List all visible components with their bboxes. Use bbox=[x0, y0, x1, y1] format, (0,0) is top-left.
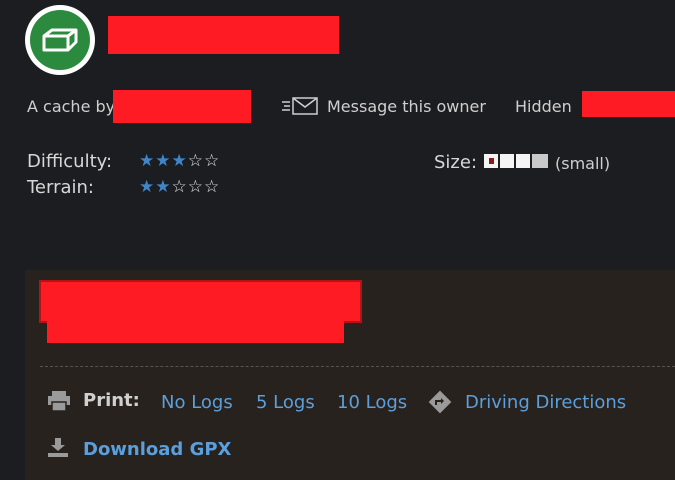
star-empty-icon: ☆ bbox=[204, 177, 220, 197]
star-full-icon: ★ bbox=[171, 151, 187, 171]
hidden-date-redaction bbox=[582, 91, 675, 117]
size-label: Size: bbox=[434, 152, 478, 173]
print-no-logs-link[interactable]: No Logs bbox=[161, 392, 233, 413]
hidden-prefix: Hidden bbox=[515, 97, 572, 116]
printer-icon bbox=[47, 390, 71, 412]
print-label: Print: bbox=[83, 390, 140, 411]
details-panel: Print: No Logs 5 Logs 10 Logs Driving Di… bbox=[25, 270, 675, 480]
terrain-label: Terrain: bbox=[27, 177, 94, 198]
star-full-icon: ★ bbox=[155, 151, 171, 171]
download-icon[interactable] bbox=[47, 436, 69, 458]
message-owner-link[interactable]: Message this owner bbox=[327, 97, 486, 116]
terrain-stars: ★ ★ ☆ ☆ ☆ bbox=[139, 178, 219, 196]
driving-directions-link[interactable]: Driving Directions bbox=[465, 392, 626, 413]
star-empty-icon: ☆ bbox=[187, 177, 203, 197]
star-full-icon: ★ bbox=[155, 177, 171, 197]
section-divider bbox=[40, 366, 675, 367]
difficulty-stars: ★ ★ ★ ☆ ☆ bbox=[139, 152, 219, 170]
star-full-icon: ★ bbox=[139, 151, 155, 171]
traditional-cache-icon bbox=[25, 5, 95, 75]
star-full-icon: ★ bbox=[139, 177, 155, 197]
star-empty-icon: ☆ bbox=[171, 177, 187, 197]
size-indicator bbox=[484, 154, 550, 168]
star-empty-icon: ☆ bbox=[187, 151, 203, 171]
star-empty-icon: ☆ bbox=[204, 151, 220, 171]
download-gpx-link[interactable]: Download GPX bbox=[83, 439, 231, 460]
size-value: (small) bbox=[555, 154, 611, 173]
description-redaction-bottom bbox=[47, 316, 344, 343]
difficulty-label: Difficulty: bbox=[27, 151, 113, 172]
directions-icon[interactable] bbox=[427, 389, 453, 415]
owner-name-redaction[interactable] bbox=[113, 90, 251, 123]
cache-name-redaction bbox=[108, 16, 339, 54]
print-5-logs-link[interactable]: 5 Logs bbox=[256, 392, 315, 413]
print-10-logs-link[interactable]: 10 Logs bbox=[337, 392, 407, 413]
envelope-icon[interactable] bbox=[282, 96, 318, 116]
owner-prefix: A cache by bbox=[27, 97, 116, 116]
